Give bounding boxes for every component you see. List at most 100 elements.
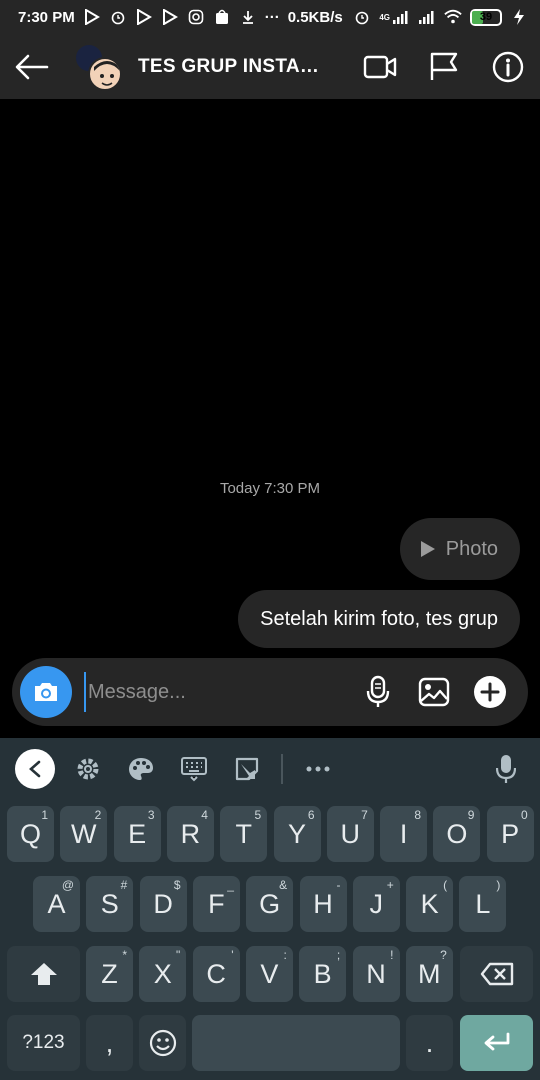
- key-n[interactable]: N!: [352, 946, 400, 1002]
- enter-key[interactable]: [460, 1015, 533, 1071]
- keyboard-toolbar: [0, 738, 540, 800]
- chat-timestamp: Today 7:30 PM: [219, 480, 321, 497]
- key-label: W: [71, 818, 97, 849]
- key-label: H: [313, 888, 333, 919]
- shift-key[interactable]: [7, 946, 80, 1002]
- period-key[interactable]: .: [406, 1015, 453, 1071]
- keyboard-voice-button[interactable]: [479, 738, 532, 800]
- gallery-button[interactable]: [406, 664, 462, 720]
- key-w[interactable]: W2: [60, 806, 108, 862]
- key-b[interactable]: B;: [299, 946, 347, 1002]
- key-hint: -: [336, 878, 341, 892]
- key-label: N: [366, 958, 386, 989]
- key-v[interactable]: V:: [245, 946, 293, 1002]
- key-hint: 9: [467, 808, 475, 822]
- play-store-icon: [83, 8, 101, 26]
- key-u[interactable]: U7: [326, 806, 374, 862]
- key-q[interactable]: Q1: [7, 806, 54, 862]
- key-r[interactable]: R4: [166, 806, 214, 862]
- plus-circle-icon: [474, 676, 506, 708]
- enter-icon: [484, 1032, 509, 1051]
- play-icon: [420, 541, 435, 557]
- key-t[interactable]: T5: [220, 806, 268, 862]
- key-g[interactable]: G &: [246, 876, 294, 932]
- key-label: V: [260, 958, 279, 989]
- key-f[interactable]: F _: [192, 876, 240, 932]
- key-label: O: [446, 818, 468, 849]
- spacebar-key[interactable]: [192, 1015, 400, 1071]
- key-label: I: [399, 818, 408, 849]
- flag-icon: [430, 52, 458, 80]
- key-l[interactable]: L): [459, 876, 507, 932]
- message-input[interactable]: Message...: [84, 672, 334, 712]
- microphone-icon: [495, 755, 516, 783]
- key-label: Y: [287, 818, 306, 849]
- video-call-button[interactable]: [348, 34, 412, 99]
- key-h[interactable]: H-: [299, 876, 347, 932]
- battery-icon: 39: [470, 8, 502, 26]
- key-z[interactable]: Z *: [86, 946, 133, 1002]
- keyboard-back-button[interactable]: [8, 738, 61, 800]
- avatar-member-2: [88, 56, 122, 91]
- key-d[interactable]: D $: [139, 876, 187, 932]
- keyboard-settings-button[interactable]: [61, 738, 114, 800]
- symbols-key[interactable]: ?123: [7, 1015, 80, 1071]
- backspace-key[interactable]: [460, 946, 533, 1002]
- key-m[interactable]: M?: [405, 946, 453, 1002]
- key-i[interactable]: I8: [380, 806, 428, 862]
- keyboard-theme-button[interactable]: [114, 738, 167, 800]
- key-hint: ;: [336, 948, 341, 962]
- key-label: M: [418, 958, 441, 989]
- voice-message-button[interactable]: [350, 664, 406, 720]
- key-label: T: [235, 818, 252, 849]
- text-message-bubble[interactable]: Setelah kirim foto, tes grup: [238, 590, 520, 648]
- report-flag-button[interactable]: [412, 34, 476, 99]
- camera-button[interactable]: [20, 666, 72, 718]
- message-text: Setelah kirim foto, tes grup: [260, 607, 498, 630]
- instagram-icon: [187, 8, 205, 26]
- key-hint: 4: [201, 808, 208, 822]
- keyboard-layout-button[interactable]: [167, 738, 220, 800]
- key-label: G: [259, 888, 281, 919]
- key-label: K: [420, 888, 439, 919]
- key-c[interactable]: C ': [192, 946, 240, 1002]
- info-button[interactable]: [476, 34, 540, 99]
- comma-key[interactable]: ,: [86, 1015, 133, 1071]
- key-k[interactable]: K(: [406, 876, 454, 932]
- keyboard-sticker-button[interactable]: [220, 738, 273, 800]
- key-hint: $: [173, 878, 181, 892]
- key-label: L: [475, 888, 491, 919]
- emoji-key[interactable]: [139, 1015, 186, 1071]
- key-label: E: [128, 818, 147, 849]
- key-s[interactable]: S #: [86, 876, 134, 932]
- download-icon: [239, 8, 257, 26]
- keyboard-more-button[interactable]: [291, 738, 344, 800]
- key-label: F: [208, 888, 225, 919]
- key-label: A: [47, 888, 66, 919]
- alarm-icon: [109, 8, 127, 26]
- group-title[interactable]: TES GRUP INSTAS...: [138, 56, 328, 78]
- key-y[interactable]: Y6: [273, 806, 321, 862]
- key-hint: ': [231, 948, 234, 962]
- play-store-icon: [135, 8, 153, 26]
- key-x[interactable]: X ": [139, 946, 187, 1002]
- photo-message-bubble[interactable]: Photo: [399, 518, 520, 580]
- key-j[interactable]: J +: [352, 876, 400, 932]
- arrow-left-icon: [15, 54, 49, 79]
- play-store-icon: [161, 8, 179, 26]
- palette-icon: [128, 758, 153, 780]
- wifi-icon: [444, 8, 462, 26]
- key-e[interactable]: E3: [113, 806, 161, 862]
- back-button[interactable]: [0, 34, 64, 99]
- key-label: ,: [105, 1027, 114, 1058]
- key-label: .: [425, 1027, 434, 1058]
- more-icon: [306, 766, 329, 772]
- more-options-button[interactable]: [462, 664, 518, 720]
- key-p[interactable]: P0: [486, 806, 534, 862]
- key-o[interactable]: O9: [433, 806, 481, 862]
- key-label: C: [206, 958, 226, 989]
- key-a[interactable]: A @: [33, 876, 80, 932]
- chat-header: TES GRUP INSTAS...: [0, 34, 540, 99]
- group-avatar[interactable]: [74, 42, 122, 91]
- message-composer: Message...: [12, 658, 528, 726]
